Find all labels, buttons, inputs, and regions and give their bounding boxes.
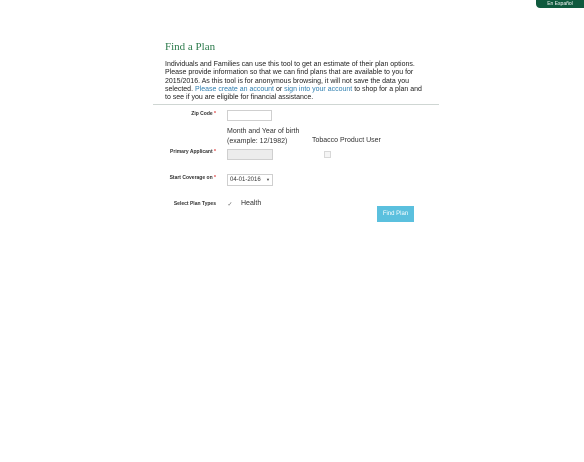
intro-connector: or [275, 85, 283, 93]
birth-date-input[interactable] [227, 149, 273, 160]
create-account-link[interactable]: Please create an account [195, 86, 274, 93]
plan-types-label: Select Plan Types [173, 201, 216, 207]
checkmark-icon: ✓ [227, 202, 233, 208]
zip-code-label: Zip Code * [191, 111, 216, 117]
required-marker: * [214, 175, 216, 181]
section-divider [153, 104, 439, 105]
start-coverage-select[interactable]: 04-01-2016 ▼ [227, 174, 273, 186]
find-plan-button[interactable]: Find Plan [377, 206, 414, 222]
language-toggle-link[interactable]: En Español [536, 0, 584, 8]
primary-applicant-label: Primary Applicant * [170, 149, 216, 155]
required-marker: * [214, 111, 216, 117]
sign-in-link[interactable]: sign into your account [284, 86, 352, 93]
health-label: Health [241, 200, 262, 207]
page-title: Find a Plan [165, 41, 216, 53]
chevron-down-icon: ▼ [266, 177, 270, 182]
birth-date-hint: Month and Year of birth (example: 12/198… [227, 128, 300, 145]
intro-paragraph: Individuals and Families can use this to… [165, 61, 427, 102]
tobacco-user-label: Tobacco Product User [312, 137, 381, 144]
start-coverage-value: 04-01-2016 [230, 177, 261, 183]
start-coverage-label: Start Coverage on * [169, 175, 216, 181]
tobacco-user-checkbox[interactable] [324, 151, 331, 158]
health-checkbox[interactable]: ✓ [227, 202, 233, 208]
zip-code-input[interactable] [227, 110, 272, 121]
required-marker: * [214, 149, 216, 155]
